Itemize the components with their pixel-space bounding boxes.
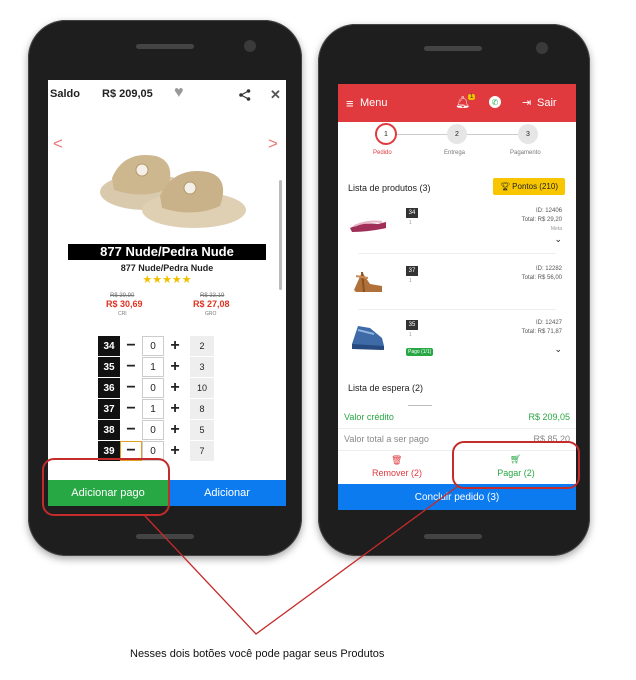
annotation-lines <box>144 485 459 635</box>
caption: Nesses dois botões você pode pagar seus … <box>130 648 385 660</box>
